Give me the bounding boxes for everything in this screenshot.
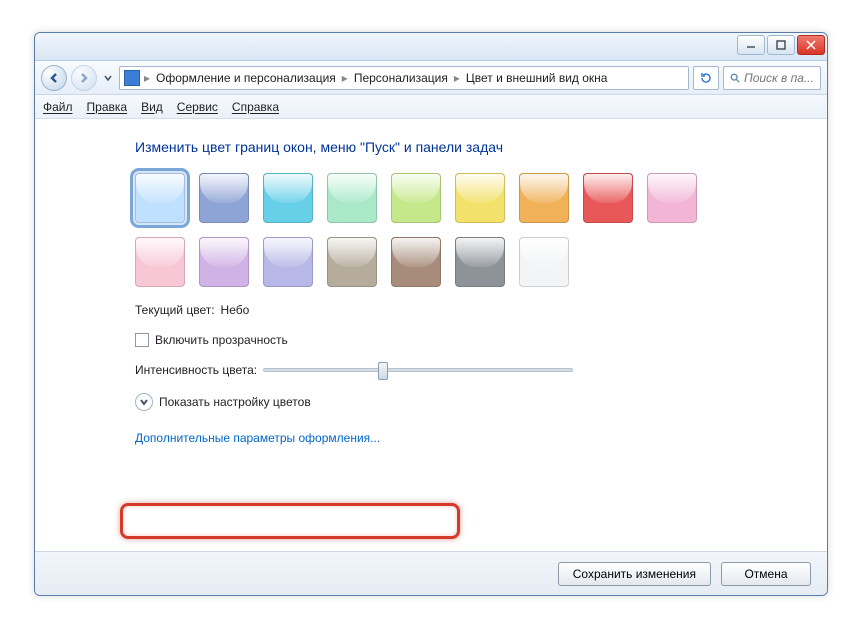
breadcrumb-item[interactable]: Оформление и персонализация (154, 71, 338, 85)
back-button[interactable] (41, 65, 67, 91)
color-swatch-1[interactable] (199, 173, 249, 223)
navbar: ▸ Оформление и персонализация ▸ Персонал… (35, 61, 827, 95)
color-swatch-7[interactable] (583, 173, 633, 223)
transparency-label: Включить прозрачность (155, 333, 288, 347)
cancel-button[interactable]: Отмена (721, 562, 811, 586)
chevron-right-icon: ▸ (142, 71, 152, 85)
menu-help[interactable]: Справка (232, 100, 279, 114)
color-swatch-2[interactable] (263, 173, 313, 223)
current-color-label: Текущий цвет: (135, 303, 215, 317)
annotation-highlight (120, 503, 460, 539)
forward-button[interactable] (71, 65, 97, 91)
show-mixer-label: Показать настройку цветов (159, 395, 311, 409)
color-swatch-15[interactable] (519, 237, 569, 287)
content-area: Изменить цвет границ окон, меню "Пуск" и… (35, 119, 827, 551)
show-mixer-row[interactable]: Показать настройку цветов (135, 393, 827, 411)
menubar: Файл Правка Вид Сервис Справка (35, 95, 827, 119)
page-title: Изменить цвет границ окон, меню "Пуск" и… (135, 139, 827, 155)
intensity-slider[interactable] (263, 368, 573, 372)
color-swatch-3[interactable] (327, 173, 377, 223)
transparency-row: Включить прозрачность (135, 333, 827, 347)
address-bar[interactable]: ▸ Оформление и персонализация ▸ Персонал… (119, 66, 689, 90)
color-swatch-9[interactable] (135, 237, 185, 287)
search-icon (730, 72, 740, 84)
refresh-button[interactable] (693, 66, 719, 90)
color-swatch-10[interactable] (199, 237, 249, 287)
menu-tools[interactable]: Сервис (177, 100, 218, 114)
search-field[interactable] (744, 71, 814, 85)
color-swatch-5[interactable] (455, 173, 505, 223)
maximize-button[interactable] (767, 35, 795, 55)
color-swatch-11[interactable] (263, 237, 313, 287)
current-color-value: Небо (221, 303, 250, 317)
menu-view[interactable]: Вид (141, 100, 163, 114)
intensity-label: Интенсивность цвета: (135, 363, 257, 377)
search-input[interactable] (723, 66, 821, 90)
color-swatch-12[interactable] (327, 237, 377, 287)
intensity-row: Интенсивность цвета: (135, 363, 827, 377)
color-swatch-8[interactable] (647, 173, 697, 223)
color-swatch-grid (135, 173, 735, 287)
chevron-down-icon[interactable] (135, 393, 153, 411)
color-swatch-6[interactable] (519, 173, 569, 223)
window: ▸ Оформление и персонализация ▸ Персонал… (34, 32, 828, 596)
chevron-right-icon: ▸ (340, 71, 350, 85)
chevron-right-icon: ▸ (452, 71, 462, 85)
close-button[interactable] (797, 35, 825, 55)
titlebar (35, 33, 827, 61)
menu-edit[interactable]: Правка (87, 100, 128, 114)
save-button[interactable]: Сохранить изменения (558, 562, 711, 586)
advanced-row: Дополнительные параметры оформления... (135, 427, 827, 449)
color-swatch-0[interactable] (135, 173, 185, 223)
color-swatch-4[interactable] (391, 173, 441, 223)
advanced-appearance-link[interactable]: Дополнительные параметры оформления... (135, 427, 380, 449)
breadcrumb-item[interactable]: Цвет и внешний вид окна (464, 71, 610, 85)
slider-thumb[interactable] (378, 362, 388, 380)
footer: Сохранить изменения Отмена (35, 551, 827, 595)
color-swatch-14[interactable] (455, 237, 505, 287)
breadcrumb-item[interactable]: Персонализация (352, 71, 450, 85)
color-swatch-13[interactable] (391, 237, 441, 287)
minimize-button[interactable] (737, 35, 765, 55)
history-chevron-icon[interactable] (101, 74, 115, 82)
current-color-row: Текущий цвет: Небо (135, 303, 827, 317)
menu-file[interactable]: Файл (43, 100, 73, 114)
control-panel-icon (124, 70, 140, 86)
transparency-checkbox[interactable] (135, 333, 149, 347)
